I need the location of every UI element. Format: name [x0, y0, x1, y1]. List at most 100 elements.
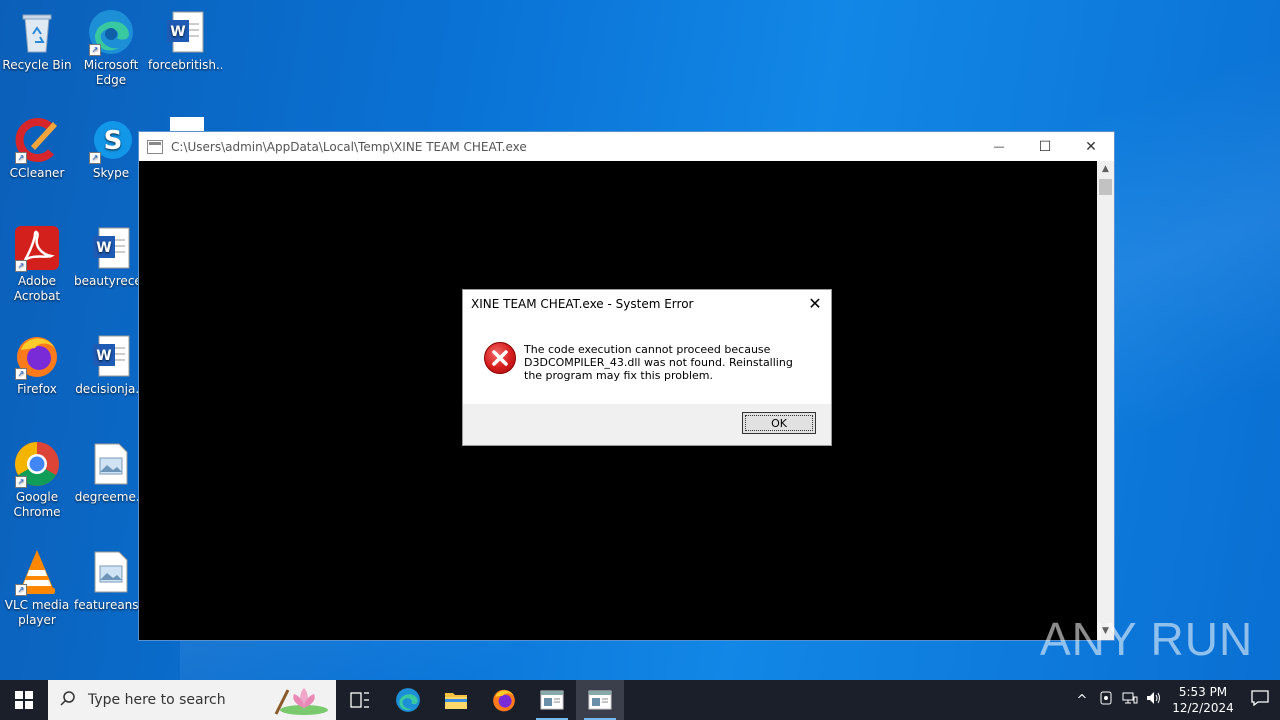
- ok-button[interactable]: OK: [742, 412, 816, 434]
- desktop-icon-label: Adobe Acrobat: [13, 274, 61, 303]
- desktop-icon-featureans[interactable]: featureans...: [74, 548, 148, 613]
- dialog-close-button[interactable]: ✕: [805, 294, 825, 314]
- desktop-icon-label: featureans...: [74, 598, 148, 612]
- system-error-dialog[interactable]: XINE TEAM CHEAT.exe - System Error ✕ The…: [462, 289, 832, 446]
- taskbar: Type here to search ^ 5:53 PM 12/2/2024: [0, 680, 1280, 720]
- word-doc-icon: W: [161, 8, 209, 56]
- error-icon: [484, 342, 516, 374]
- skype-icon: S ↗: [87, 116, 135, 164]
- desktop-icon-label: Microsoft Edge: [83, 58, 139, 87]
- close-button[interactable]: ✕: [1068, 132, 1114, 161]
- search-placeholder: Type here to search: [88, 692, 226, 708]
- desktop-icon-decisionja[interactable]: W decisionja...: [74, 332, 148, 397]
- firefox-icon: ↗: [13, 332, 61, 380]
- desktop-icon-label: forcebritish...: [148, 58, 222, 72]
- watermark-text: ANY RUN: [1040, 613, 1254, 665]
- taskbar-console-window[interactable]: [528, 680, 576, 720]
- covered-document-icon: [170, 117, 204, 131]
- console-app-icon: [147, 139, 163, 154]
- folder-icon: [445, 693, 467, 709]
- console-scrollbar[interactable]: ▲ ▼: [1097, 161, 1114, 640]
- scroll-up-icon[interactable]: ▲: [1097, 161, 1114, 178]
- taskbar-clock[interactable]: 5:53 PM 12/2/2024: [1166, 684, 1240, 716]
- recycle-bin-icon: [13, 8, 61, 56]
- svg-text:S: S: [104, 126, 123, 156]
- desktop-icon-forcebritish[interactable]: W forcebritish...: [148, 8, 222, 73]
- chevron-up-icon[interactable]: ^: [1070, 693, 1094, 708]
- vlc-icon: ↗: [13, 548, 61, 596]
- close-icon: ✕: [808, 294, 822, 313]
- error-message: The code execution cannot proceed becaus…: [524, 343, 793, 382]
- system-tray: ^ 5:53 PM 12/2/2024: [1070, 680, 1280, 720]
- start-button[interactable]: [0, 680, 48, 720]
- dialog-titlebar[interactable]: XINE TEAM CHEAT.exe - System Error: [463, 290, 831, 318]
- maximize-button[interactable]: ☐: [1022, 132, 1068, 161]
- svg-text:W: W: [96, 348, 111, 364]
- clock-date: 12/2/2024: [1172, 701, 1234, 715]
- desktop-icon-degreeme[interactable]: degreeme...: [74, 440, 148, 505]
- shortcut-arrow-icon: ↗: [89, 44, 101, 56]
- scroll-thumb[interactable]: [1099, 179, 1112, 195]
- desktop-icon-firefox[interactable]: ↗ Firefox: [0, 332, 74, 397]
- taskbar-file-explorer[interactable]: [432, 680, 480, 720]
- taskbar-search-box[interactable]: Type here to search: [48, 680, 336, 720]
- desktop-icon-label: Google Chrome: [13, 490, 61, 519]
- word-doc-icon: W: [87, 224, 135, 272]
- shortcut-arrow-icon: ↗: [15, 260, 27, 272]
- close-icon: ✕: [1085, 138, 1097, 155]
- chrome-icon: ↗: [13, 440, 61, 488]
- taskbar-firefox[interactable]: [480, 680, 528, 720]
- minimize-button[interactable]: —: [976, 132, 1022, 161]
- task-view-icon: [350, 692, 369, 708]
- desktop-icon-label: Skype: [92, 166, 130, 180]
- desktop-icon-edge[interactable]: ↗ Microsoft Edge: [74, 8, 148, 88]
- desktop-icon-label: beautyrece...: [74, 274, 148, 288]
- minimize-icon: —: [993, 140, 1005, 153]
- console-app-icon: [588, 690, 612, 710]
- desktop-icon-label: VLC media player: [4, 598, 70, 627]
- shortcut-arrow-icon: ↗: [89, 152, 101, 164]
- shortcut-arrow-icon: ↗: [15, 368, 27, 380]
- ccleaner-icon: ↗: [13, 116, 61, 164]
- desktop-icon-recycle-bin[interactable]: Recycle Bin: [0, 8, 74, 73]
- desktop-icon-label: degreeme...: [74, 490, 148, 504]
- image-file-icon: [87, 548, 135, 596]
- edge-icon: ↗: [87, 8, 135, 56]
- word-doc-icon: W: [87, 332, 135, 380]
- anyrun-watermark: ANY RUN: [1040, 612, 1253, 666]
- desktop-icon-label: decisionja...: [75, 382, 147, 396]
- network-icon[interactable]: [1118, 691, 1142, 709]
- acrobat-icon: ↗: [13, 224, 61, 272]
- console-title: C:\Users\admin\AppData\Local\Temp\XINE T…: [171, 139, 527, 154]
- desktop-icon-adobe-acrobat[interactable]: ↗ Adobe Acrobat: [0, 224, 74, 304]
- shortcut-arrow-icon: ↗: [15, 476, 27, 488]
- clock-time: 5:53 PM: [1178, 685, 1228, 699]
- volume-icon[interactable]: [1142, 691, 1166, 709]
- maximize-icon: ☐: [1038, 138, 1052, 155]
- desktop-icon-google-chrome[interactable]: ↗ Google Chrome: [0, 440, 74, 520]
- svg-text:W: W: [170, 24, 185, 40]
- desktop-icon-vlc[interactable]: ↗ VLC media player: [0, 548, 74, 628]
- console-titlebar[interactable]: C:\Users\admin\AppData\Local\Temp\XINE T…: [139, 132, 1114, 161]
- dialog-body: The code execution cannot proceed becaus…: [463, 318, 831, 404]
- edge-icon: [396, 688, 420, 712]
- desktop-icon-beautyrece[interactable]: W beautyrece...: [74, 224, 148, 289]
- taskbar-error-dialog[interactable]: [576, 680, 624, 720]
- search-icon: [60, 690, 80, 710]
- desktop-icon-label: CCleaner: [9, 166, 65, 180]
- desktop-icon-ccleaner[interactable]: ↗ CCleaner: [0, 116, 74, 181]
- image-file-icon: [87, 440, 135, 488]
- app-tray-icon[interactable]: [1094, 691, 1118, 709]
- ok-button-label: OK: [771, 416, 787, 430]
- dialog-footer: OK: [463, 404, 831, 445]
- task-view-button[interactable]: [336, 680, 384, 720]
- shortcut-arrow-icon: ↗: [15, 152, 27, 164]
- taskbar-edge[interactable]: [384, 680, 432, 720]
- desktop-icon-skype[interactable]: S ↗ Skype: [74, 116, 148, 181]
- search-highlight-lotus-icon: [272, 684, 330, 716]
- console-app-icon: [540, 690, 564, 710]
- desktop-icon-label: Recycle Bin: [2, 58, 72, 72]
- notifications-icon[interactable]: [1240, 690, 1280, 710]
- windows-logo-icon: [15, 691, 33, 709]
- desktop-icon-label: Firefox: [17, 382, 57, 396]
